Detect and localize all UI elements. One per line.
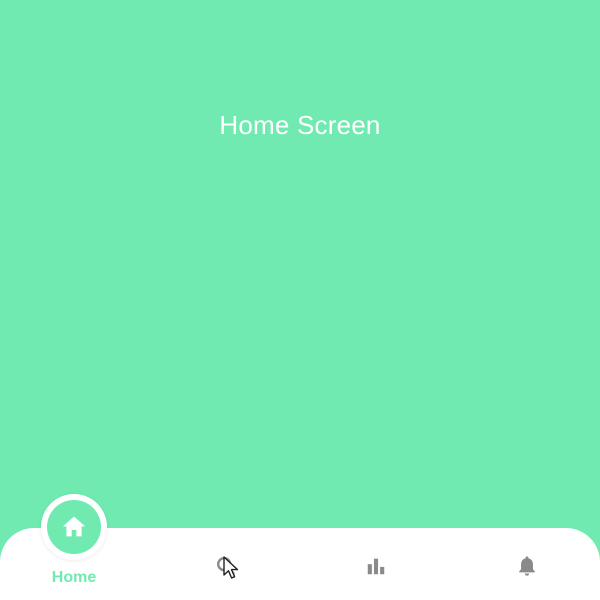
bell-icon — [515, 554, 539, 578]
home-icon-button[interactable] — [47, 500, 101, 554]
nav-item-home[interactable]: Home — [24, 494, 124, 600]
bottom-navigation-bar: Home — [0, 494, 600, 600]
home-icon — [62, 516, 86, 537]
nav-item-search[interactable] — [176, 528, 276, 600]
page-title: Home Screen — [219, 110, 381, 140]
active-indicator — [41, 494, 107, 560]
bar-chart-icon — [364, 554, 388, 578]
nav-item-stats[interactable] — [326, 528, 426, 600]
nav-item-notifications[interactable] — [477, 528, 577, 600]
nav-item-home-label: Home — [51, 569, 97, 586]
search-icon — [214, 554, 238, 578]
